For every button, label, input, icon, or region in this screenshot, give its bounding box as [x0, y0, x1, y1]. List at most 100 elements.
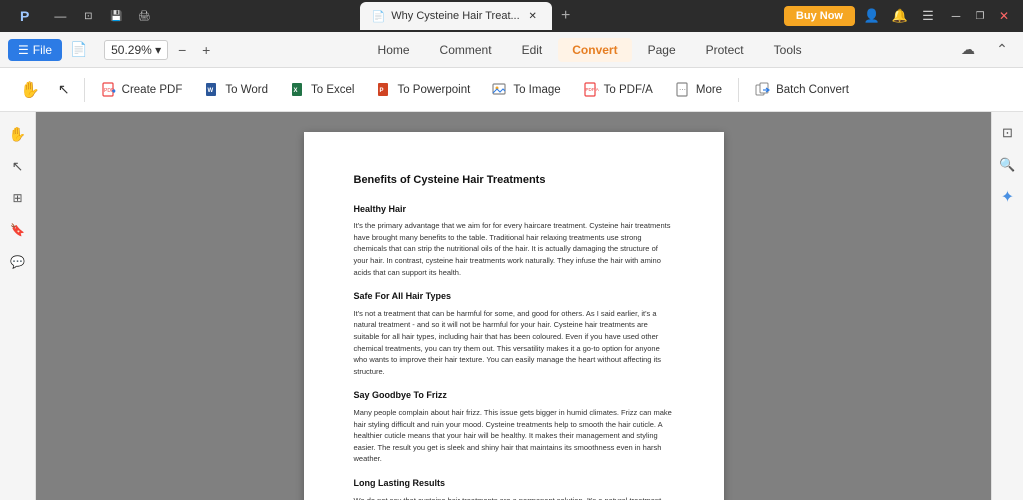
zoom-percent: 50.29% — [111, 43, 152, 57]
select-tool-btn[interactable]: ↖ — [50, 77, 78, 102]
doc-icon-btn[interactable]: 📄 — [66, 37, 92, 63]
tab-title: Why Cysteine Hair Treat... — [391, 10, 519, 22]
print-btn[interactable]: 🖨 — [133, 5, 155, 27]
pages-panel-btn[interactable]: ⊞ — [4, 184, 32, 212]
to-image-btn[interactable]: To Image — [482, 77, 570, 103]
cloud-icon-btn[interactable]: ☁ — [955, 37, 981, 63]
svg-text:PDF/A: PDF/A — [585, 87, 598, 92]
to-powerpoint-icon: P — [376, 82, 392, 98]
to-powerpoint-btn[interactable]: P To Powerpoint — [366, 77, 480, 103]
to-pdfa-icon: PDF/A — [583, 82, 599, 98]
win-restore-btn[interactable]: ❐ — [969, 5, 991, 27]
save-btn[interactable]: 💾 — [105, 5, 127, 27]
separator-1 — [84, 78, 85, 102]
bookmarks-panel-btn[interactable]: 🔖 — [4, 216, 32, 244]
to-word-btn[interactable]: W To Word — [194, 77, 278, 103]
minimize-btn[interactable]: — — [49, 5, 71, 27]
batch-convert-icon — [755, 82, 771, 98]
main-layout: ✋ ↖ ⊞ 🔖 💬 Benefits of Cysteine Hair Trea… — [0, 112, 1023, 500]
maximize-btn[interactable]: ⊡ — [77, 5, 99, 27]
document-title: Benefits of Cysteine Hair Treatments — [354, 172, 674, 189]
section-text-0: It's the primary advantage that we aim f… — [354, 220, 674, 278]
select-sidebar-btn[interactable]: ↖ — [4, 152, 32, 180]
create-pdf-label: Create PDF — [122, 84, 183, 96]
zoom-out-btn[interactable]: − — [172, 40, 192, 60]
section-heading-3: Long Lasting Results — [354, 477, 674, 491]
menu-icon[interactable]: ☰ — [917, 5, 939, 27]
svg-text:P: P — [380, 88, 384, 94]
menu-bar: ☰ File 📄 50.29% ▾ − + Home Comment Edit … — [0, 32, 1023, 68]
to-pdfa-label: To PDF/A — [604, 84, 653, 96]
to-excel-icon: X — [290, 82, 306, 98]
title-bar: P — ⊡ 💾 🖨 📄 Why Cysteine Hair Treat... ✕… — [0, 0, 1023, 32]
section-text-1: It's not a treatment that can be harmful… — [354, 308, 674, 378]
notifications-icon[interactable]: 🔔 — [889, 5, 911, 27]
svg-text:X: X — [293, 88, 297, 94]
tab-home[interactable]: Home — [364, 38, 424, 62]
tab-tools[interactable]: Tools — [760, 38, 816, 62]
svg-text:W: W — [208, 88, 214, 94]
to-word-icon: W — [204, 82, 220, 98]
to-powerpoint-label: To Powerpoint — [397, 84, 470, 96]
to-excel-label: To Excel — [311, 84, 354, 96]
file-label: File — [33, 43, 52, 57]
zoom-dropdown-icon: ▾ — [155, 43, 161, 57]
tab-edit[interactable]: Edit — [508, 38, 557, 62]
more-label: More — [696, 84, 722, 96]
nav-tabs: Home Comment Edit Convert Page Protect T… — [228, 38, 951, 62]
window-controls: ─ ❐ ✕ — [945, 5, 1015, 27]
smart-tools-btn[interactable]: ✦ — [995, 184, 1021, 210]
create-pdf-icon: PDF — [101, 82, 117, 98]
tab-comment[interactable]: Comment — [426, 38, 506, 62]
document-page: Benefits of Cysteine Hair Treatments Hea… — [304, 132, 724, 500]
file-menu-btn[interactable]: ☰ File — [8, 39, 62, 61]
collapse-icon-btn[interactable]: ⌃ — [989, 37, 1015, 63]
to-image-icon — [492, 82, 508, 98]
title-bar-left: P — ⊡ 💾 🖨 — [8, 5, 155, 27]
section-text-2: Many people complain about hair frizz. T… — [354, 407, 674, 465]
toolbar: ✋ ↖ PDF Create PDF W To Word X To Excel … — [0, 68, 1023, 112]
app-logo[interactable]: P — [8, 8, 41, 24]
to-word-label: To Word — [225, 84, 268, 96]
more-btn[interactable]: ⋯ More — [665, 77, 732, 103]
hand-sidebar-btn[interactable]: ✋ — [4, 120, 32, 148]
batch-convert-label: Batch Convert — [776, 84, 849, 96]
tab-icon: 📄 — [372, 10, 386, 23]
tab-close-icon[interactable]: ✕ — [526, 9, 540, 23]
zoom-value[interactable]: 50.29% ▾ — [104, 40, 168, 60]
menu-right: ☁ ⌃ — [955, 37, 1015, 63]
tab-page[interactable]: Page — [634, 38, 690, 62]
to-excel-btn[interactable]: X To Excel — [280, 77, 364, 103]
svg-text:⋯: ⋯ — [679, 87, 686, 94]
zoom-in-btn[interactable]: + — [196, 40, 216, 60]
to-image-label: To Image — [513, 84, 560, 96]
left-sidebar: ✋ ↖ ⊞ 🔖 💬 — [0, 112, 36, 500]
title-bar-right: Buy Now 👤 🔔 ☰ ─ ❐ ✕ — [784, 5, 1015, 27]
win-close-btn[interactable]: ✕ — [993, 5, 1015, 27]
batch-convert-btn[interactable]: Batch Convert — [745, 77, 859, 103]
title-bar-tabs: 📄 Why Cysteine Hair Treat... ✕ + — [360, 2, 580, 30]
buy-now-button[interactable]: Buy Now — [784, 6, 855, 26]
document-area: Benefits of Cysteine Hair Treatments Hea… — [36, 112, 991, 500]
to-pdfa-btn[interactable]: PDF/A To PDF/A — [573, 77, 663, 103]
search-btn[interactable]: 🔍 — [995, 152, 1021, 178]
section-text-3: We do not say that cysteine hair treatme… — [354, 495, 674, 500]
hamburger-icon: ☰ — [18, 43, 29, 57]
section-heading-1: Safe For All Hair Types — [354, 290, 674, 304]
zoom-controls: 50.29% ▾ − + — [104, 40, 216, 60]
tab-active[interactable]: 📄 Why Cysteine Hair Treat... ✕ — [360, 2, 552, 30]
account-icon[interactable]: 👤 — [861, 5, 883, 27]
tab-protect[interactable]: Protect — [692, 38, 758, 62]
separator-2 — [738, 78, 739, 102]
fit-page-btn[interactable]: ⊡ — [995, 120, 1021, 146]
section-heading-0: Healthy Hair — [354, 203, 674, 217]
tab-convert[interactable]: Convert — [558, 38, 631, 62]
more-icon: ⋯ — [675, 82, 691, 98]
section-heading-2: Say Goodbye To Frizz — [354, 389, 674, 403]
add-tab-btn[interactable]: + — [552, 2, 580, 30]
win-minimize-btn[interactable]: ─ — [945, 5, 967, 27]
comments-panel-btn[interactable]: 💬 — [4, 248, 32, 276]
hand-tool-btn[interactable]: ✋ — [12, 76, 48, 104]
create-pdf-btn[interactable]: PDF Create PDF — [91, 77, 193, 103]
right-sidebar: ⊡ 🔍 ✦ — [991, 112, 1023, 500]
